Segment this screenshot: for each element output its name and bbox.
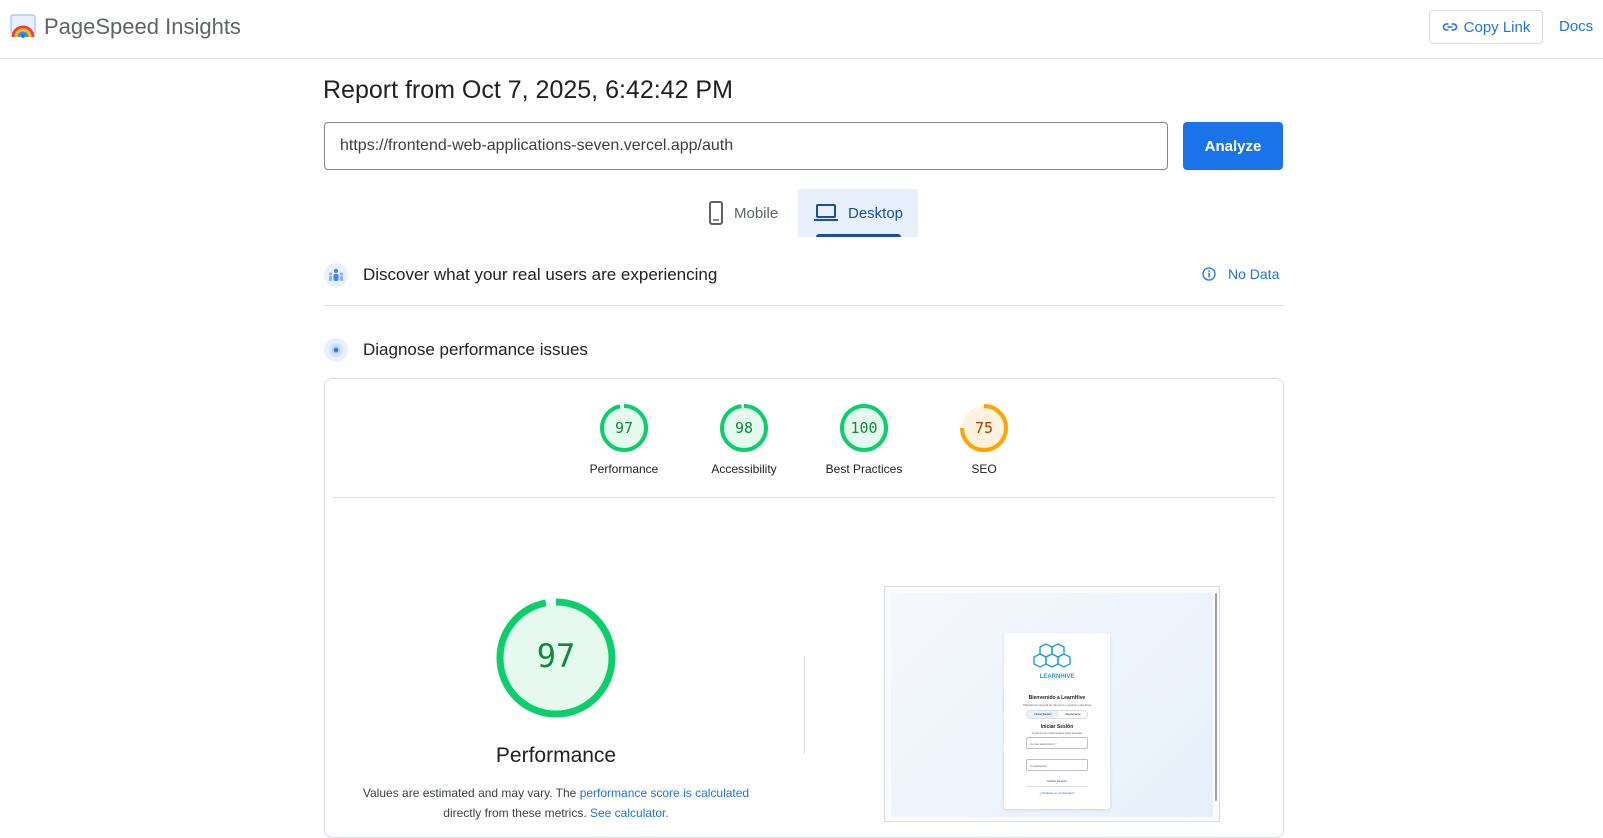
top-bar: PageSpeed Insights Copy Link Docs	[0, 0, 1603, 59]
screenshot-submit-button: Iniciar Sesión	[1047, 779, 1067, 783]
link-icon	[1442, 23, 1457, 31]
learnhive-logo-icon	[1033, 643, 1071, 668]
field-data-title: Discover what your real users are experi…	[363, 265, 718, 284]
page-screenshot: LEARNHIVE Bienvenido a LearnHive Platafo…	[884, 586, 1220, 822]
info-icon	[1202, 267, 1216, 281]
score-value-seo: 75	[975, 419, 993, 437]
laptop-icon	[814, 204, 838, 221]
score-value-best-practices: 100	[850, 419, 877, 437]
score-calculated-link[interactable]: performance score is calculated	[580, 786, 749, 800]
score-gauge-accessibility[interactable]: 98 Accessibility	[684, 403, 804, 476]
see-calculator-link[interactable]: See calculator.	[590, 806, 669, 820]
disclaimer-text-2: directly from these metrics.	[443, 806, 587, 820]
score-label-best-practices: Best Practices	[825, 462, 903, 476]
tab-mobile-label: Mobile	[734, 204, 779, 222]
report-title: Report from Oct 7, 2025, 6:42:42 PM	[323, 76, 733, 104]
score-disclaimer: Values are estimated and may vary. The p…	[360, 783, 752, 823]
screenshot-divider	[1026, 786, 1088, 787]
tab-mobile[interactable]: Mobile	[700, 189, 798, 237]
phone-icon	[709, 201, 723, 225]
screenshot-subtitle: Plataforma integral de alumnos y gestión…	[1022, 703, 1092, 707]
no-data-link[interactable]: No Data	[1202, 266, 1279, 282]
score-gauge-best-practices[interactable]: 100 Best Practices	[804, 403, 924, 476]
screenshot-forgot-link: ¿Olvidaste tu contraseña?	[1039, 791, 1075, 795]
performance-big-score: 97	[536, 637, 576, 675]
score-label-accessibility: Accessibility	[711, 462, 777, 476]
screenshot-password-field: Contraseña *	[1026, 759, 1088, 771]
copy-link-label: Copy Link	[1463, 18, 1531, 36]
pagespeed-logo-icon	[10, 14, 36, 38]
tab-desktop[interactable]: Desktop	[798, 189, 918, 237]
url-value: https://frontend-web-applications-seven.…	[340, 137, 734, 154]
screenshot-brand: LEARNHIVE	[1039, 674, 1075, 680]
gauges-divider	[333, 497, 1275, 498]
no-data-label: No Data	[1228, 266, 1280, 282]
lab-data-section: Diagnose performance issues	[324, 338, 1284, 362]
brand-title: PageSpeed Insights	[44, 14, 241, 39]
disclaimer-text-1: Values are estimated and may vary. The	[362, 786, 577, 800]
section-divider	[324, 305, 1284, 306]
performance-big-label: Performance	[495, 744, 617, 767]
screenshot-email-field: Correo electrónico *	[1026, 737, 1088, 749]
tab-selected-indicator	[816, 234, 901, 237]
score-label-seo: SEO	[971, 462, 997, 476]
analyze-button[interactable]: Analyze	[1183, 122, 1283, 170]
copy-link-button[interactable]: Copy Link	[1429, 10, 1543, 44]
score-value-accessibility: 98	[735, 419, 753, 437]
users-icon	[324, 263, 348, 287]
field-data-section: Discover what your real users are experi…	[324, 263, 1284, 287]
screenshot-tab-switch: Iniciar Sesión Registrarse	[1026, 710, 1088, 719]
lab-data-title: Diagnose performance issues	[363, 340, 588, 359]
score-gauge-seo[interactable]: 75 SEO	[924, 403, 1044, 476]
score-gauge-performance[interactable]: 97 Performance	[564, 403, 684, 476]
screenshot-welcome: Bienvenido a LearnHive	[1028, 695, 1086, 701]
docs-link[interactable]: Docs	[1559, 18, 1593, 35]
screenshot-form-title: Iniciar Sesión	[1040, 724, 1074, 730]
tab-desktop-label: Desktop	[848, 204, 904, 222]
url-input[interactable]: https://frontend-web-applications-seven.…	[324, 122, 1168, 170]
screenshot-scrollbar	[1215, 593, 1217, 801]
score-label-performance: Performance	[589, 462, 659, 476]
screenshot-tab-register: Registrarse	[1065, 712, 1081, 716]
screenshot-form-subtitle: Ingresa tus credenciales para acceder	[1031, 731, 1083, 735]
screenshot-background: LEARNHIVE Bienvenido a LearnHive Platafo…	[891, 593, 1213, 817]
screenshot-tab-login: Iniciar Sesión	[1027, 711, 1059, 718]
vertical-divider	[804, 656, 805, 754]
score-value-performance: 97	[615, 419, 633, 437]
radar-icon	[324, 338, 348, 362]
screenshot-login-card: LEARNHIVE Bienvenido a LearnHive Platafo…	[1004, 633, 1110, 809]
